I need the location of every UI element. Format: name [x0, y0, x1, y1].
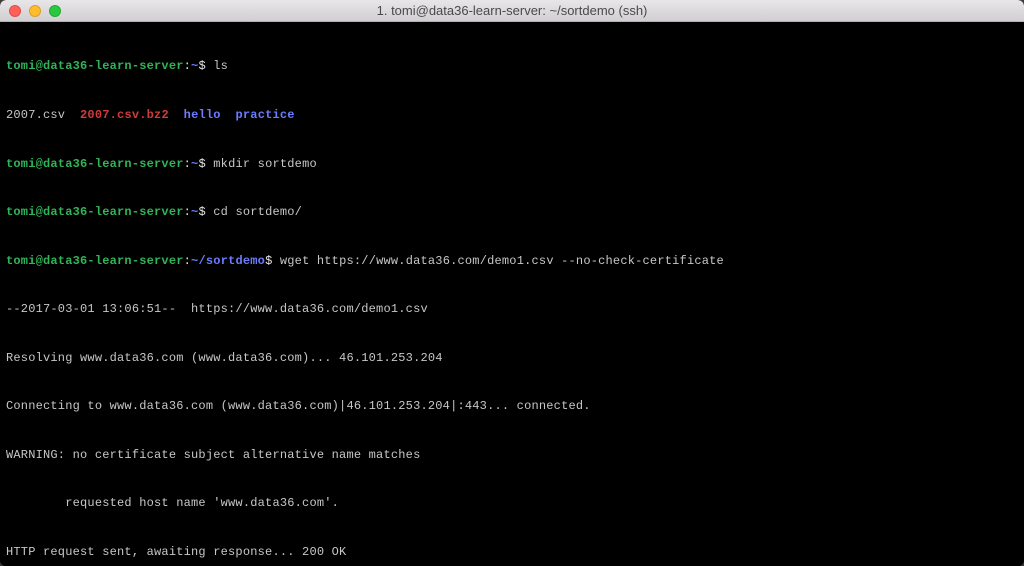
- prompt-line: tomi@data36-learn-server:~$ cd sortdemo/: [6, 204, 1018, 220]
- wget-output: Resolving www.data36.com (www.data36.com…: [6, 350, 1018, 366]
- terminal-body[interactable]: tomi@data36-learn-server:~$ ls 2007.csv …: [0, 22, 1024, 566]
- command-text: mkdir sortdemo: [213, 157, 317, 171]
- terminal-window: 1. tomi@data36-learn-server: ~/sortdemo …: [0, 0, 1024, 566]
- wget-output: WARNING: no certificate subject alternat…: [6, 447, 1018, 463]
- prompt-colon: :: [184, 59, 191, 73]
- titlebar: 1. tomi@data36-learn-server: ~/sortdemo …: [0, 0, 1024, 22]
- prompt-dollar: $: [198, 59, 213, 73]
- window-title: 1. tomi@data36-learn-server: ~/sortdemo …: [0, 3, 1024, 18]
- file-bz2: 2007.csv.bz2: [80, 108, 169, 122]
- prompt-path: ~/sortdemo: [191, 254, 265, 268]
- prompt-colon: :: [184, 205, 191, 219]
- wget-output: --2017-03-01 13:06:51-- https://www.data…: [6, 301, 1018, 317]
- prompt-line: tomi@data36-learn-server:~$ mkdir sortde…: [6, 156, 1018, 172]
- prompt-userhost: tomi@data36-learn-server: [6, 205, 184, 219]
- command-text: ls: [213, 59, 228, 73]
- file-csv: 2007.csv: [6, 108, 65, 122]
- wget-output: Connecting to www.data36.com (www.data36…: [6, 398, 1018, 414]
- dir-practice: practice: [236, 108, 295, 122]
- close-icon[interactable]: [9, 5, 21, 17]
- maximize-icon[interactable]: [49, 5, 61, 17]
- prompt-userhost: tomi@data36-learn-server: [6, 254, 184, 268]
- prompt-dollar: $: [265, 254, 280, 268]
- prompt-line: tomi@data36-learn-server:~$ ls: [6, 58, 1018, 74]
- minimize-icon[interactable]: [29, 5, 41, 17]
- prompt-colon: :: [184, 254, 191, 268]
- ls-output: 2007.csv 2007.csv.bz2 hello practice: [6, 107, 1018, 123]
- dir-hello: hello: [184, 108, 221, 122]
- prompt-userhost: tomi@data36-learn-server: [6, 59, 184, 73]
- command-text: wget https://www.data36.com/demo1.csv --…: [280, 254, 724, 268]
- traffic-lights: [0, 5, 61, 17]
- prompt-colon: :: [184, 157, 191, 171]
- prompt-line: tomi@data36-learn-server:~/sortdemo$ wge…: [6, 253, 1018, 269]
- prompt-dollar: $: [198, 205, 213, 219]
- wget-output: HTTP request sent, awaiting response... …: [6, 544, 1018, 560]
- command-text: cd sortdemo/: [213, 205, 302, 219]
- prompt-userhost: tomi@data36-learn-server: [6, 157, 184, 171]
- prompt-dollar: $: [198, 157, 213, 171]
- wget-output: requested host name 'www.data36.com'.: [6, 495, 1018, 511]
